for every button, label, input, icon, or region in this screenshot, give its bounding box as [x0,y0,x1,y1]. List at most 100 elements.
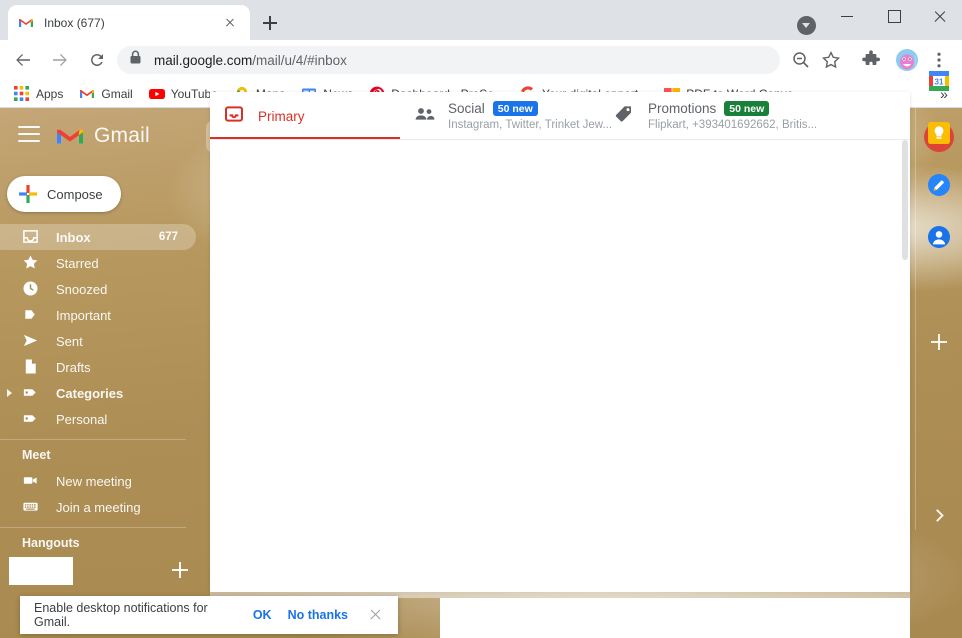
sidebar-divider [0,439,186,440]
download-indicator-icon[interactable] [797,16,816,35]
google-contacts-icon[interactable] [928,226,950,248]
inbox-unread-count: 677 [158,231,178,243]
tag-icon [614,104,636,129]
inbox-icon [22,228,40,246]
keyboard-icon [22,498,40,516]
hangouts-add-icon[interactable] [172,562,188,578]
sidebar-item-important[interactable]: Important [0,302,196,328]
bookmark-gmail[interactable]: Gmail [73,83,138,105]
google-keep-icon[interactable] [928,122,950,144]
youtube-icon [148,86,165,102]
scrollbar-thumb[interactable] [902,140,908,260]
tab-label: Primary [258,108,305,124]
tab-subtitle: Instagram, Twitter, Trinket Jew... [448,119,613,131]
inbox-category-tabs: Primary Social 50 new Instagram, Twitter… [210,92,910,140]
main-menu-icon[interactable] [18,126,40,142]
back-button[interactable] [9,46,37,74]
tab-text: Promotions 50 new Flipkart, +39340169266… [648,101,817,131]
extensions-puzzle-icon[interactable] [858,47,884,73]
mail-footer-panel [440,598,910,638]
sidebar-item-drafts[interactable]: Drafts [0,354,196,380]
google-tasks-icon[interactable] [928,174,950,196]
label-tag-icon [22,410,40,428]
people-icon [414,104,436,129]
sidebar-item-label: Drafts [56,359,91,375]
sidebar-item-label: Sent [56,333,83,349]
sidebar-item-label: Inbox [56,229,91,245]
sidebar-item-join-meeting[interactable]: Join a meeting [0,494,196,520]
label-tag-icon [22,384,40,402]
tab-social[interactable]: Social 50 new Instagram, Twitter, Trinke… [400,92,612,140]
zoom-out-icon[interactable] [788,47,814,73]
sidebar-item-label: Categories [56,385,124,401]
sidebar-item-starred[interactable]: Starred [0,250,196,276]
bookmark-label: Gmail [101,86,133,101]
sidebar-item-label: Snoozed [56,281,108,297]
tab-badge: 50 new [724,101,770,116]
browser-tab-title: Inbox (677) [44,15,105,30]
tab-text: Primary [258,109,305,124]
compose-label: Compose [47,186,103,202]
sidebar-item-new-meeting[interactable]: New meeting [0,468,196,494]
desktop-notifications-toast: Enable desktop notifications for Gmail. … [20,596,398,634]
tab-subtitle: Flipkart, +393401692662, Britis... [648,119,818,131]
close-window-button[interactable] [917,0,962,32]
sidebar-nav: Inbox 677 Starred Snoozed Important Sent… [0,224,196,556]
sidebar-item-label: Personal [56,411,108,427]
sidebar-item-personal[interactable]: Personal [0,406,196,432]
video-camera-icon [22,472,40,490]
sidebar-item-label: Starred [56,255,99,271]
add-on-plus-icon[interactable] [931,334,947,350]
sidebar-item-label: Important [56,307,111,323]
send-arrow-icon [22,332,40,350]
draft-page-icon [22,358,40,376]
sidebar-item-categories[interactable]: Categories [0,380,196,406]
bookmark-apps[interactable]: Apps [8,83,69,105]
calendar-day-number: 31 [935,78,944,87]
star-icon [22,254,40,272]
close-icon[interactable] [366,606,384,624]
maximize-button[interactable] [871,0,917,32]
sidebar-section-meet: Meet [22,448,51,462]
tab-promotions[interactable]: Promotions 50 new Flipkart, +39340169266… [600,92,830,140]
google-calendar-icon[interactable]: 31 [928,70,950,92]
sidebar-item-inbox[interactable]: Inbox 677 [0,224,196,250]
browser-window: Inbox (677) mail.google.com/mail/u/4/#in… [0,0,962,638]
tab-label: Promotions [648,101,717,116]
sidebar-item-snoozed[interactable]: Snoozed [0,276,196,302]
browser-toolbar: mail.google.com/mail/u/4/#inbox [0,40,962,80]
bookmark-label: Apps [36,86,64,101]
tab-primary[interactable]: Primary [210,92,400,140]
sidebar-divider [0,527,186,528]
sidebar-item-sent[interactable]: Sent [0,328,196,354]
hangouts-panel[interactable] [9,557,73,585]
bookmark-star-icon[interactable] [818,47,844,73]
minimize-button[interactable] [825,0,871,32]
inbox-tab-icon [224,104,246,129]
sidebar-item-label: Join a meeting [56,499,141,515]
gmail-logo[interactable]: Gmail [55,124,150,148]
toast-no-thanks-button[interactable]: No thanks [288,608,348,622]
tab-strip: Inbox (677) [0,0,962,40]
compose-button[interactable]: Compose [7,176,121,212]
important-marker-icon [22,306,40,324]
plus-icon [19,185,37,203]
mail-list [210,140,910,592]
tab-label: Social [448,101,485,116]
mail-list-scrollbar[interactable] [901,140,909,592]
browser-tab-active[interactable]: Inbox (677) [8,5,250,40]
collapse-side-panel-chevron-right-icon[interactable] [931,509,944,522]
close-icon[interactable] [220,13,240,33]
clock-icon [22,280,40,298]
forward-button[interactable] [46,46,74,74]
address-bar[interactable]: mail.google.com/mail/u/4/#inbox [117,46,780,74]
toast-message: Enable desktop notifications for Gmail. [34,601,208,629]
toast-ok-button[interactable]: OK [253,608,272,622]
tab-text: Social 50 new Instagram, Twitter, Trinke… [448,101,612,131]
mail-panel: Primary Social 50 new Instagram, Twitter… [210,92,910,592]
chevron-right-icon[interactable] [7,389,12,397]
new-tab-button[interactable] [258,11,282,35]
reload-button[interactable] [83,46,111,74]
sidebar-section-hangouts: Hangouts [22,536,80,550]
gmail-icon [18,15,34,31]
